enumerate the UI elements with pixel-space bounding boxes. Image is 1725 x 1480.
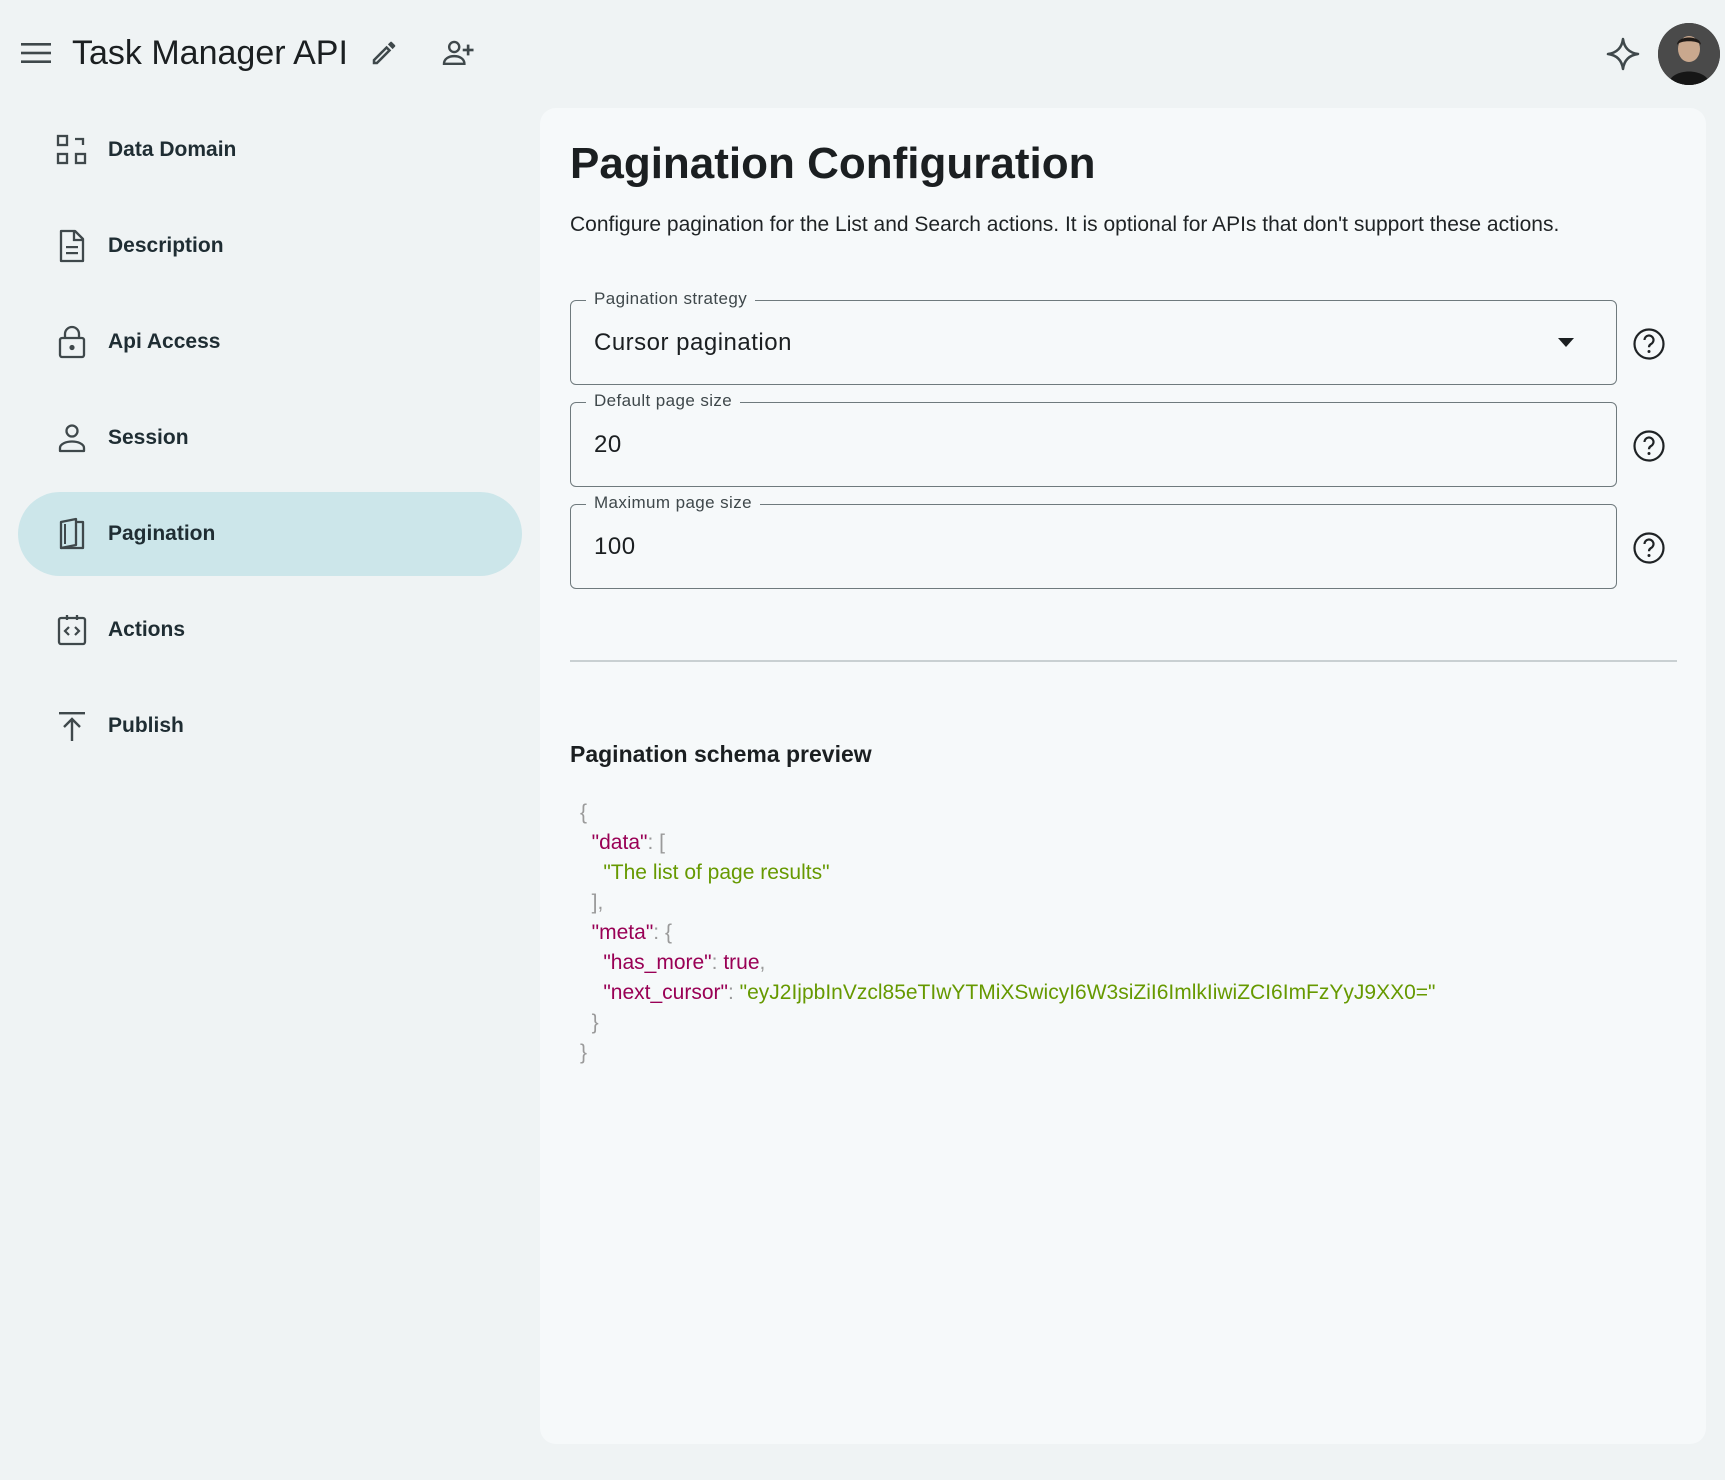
- default-page-size-input[interactable]: [594, 429, 1574, 461]
- sidebar-item-actions[interactable]: Actions: [18, 588, 522, 672]
- max-page-size-input[interactable]: [594, 531, 1574, 563]
- json-boolean: true: [723, 951, 760, 974]
- json-string: "The list of page results": [603, 861, 830, 884]
- sidebar-item-label: Publish: [108, 714, 184, 737]
- json-punct: }: [580, 1041, 588, 1064]
- pagination-strategy-select[interactable]: Pagination strategy Cursor pagination: [570, 288, 1617, 385]
- json-punct: {: [580, 801, 588, 824]
- sidebar-item-description[interactable]: Description: [18, 204, 522, 288]
- sidebar-item-data-domain[interactable]: Data Domain: [18, 108, 522, 192]
- person-icon: [58, 424, 86, 453]
- sidebar-item-label: Description: [108, 234, 224, 257]
- sidebar-item-api-access[interactable]: Api Access: [18, 300, 522, 384]
- pencil-icon[interactable]: [358, 27, 410, 79]
- sidebar-item-label: Pagination: [108, 522, 216, 545]
- section-divider: [570, 660, 1677, 662]
- default-page-size-label: Default page size: [586, 390, 741, 412]
- code-icon: [57, 615, 87, 646]
- sidebar-item-publish[interactable]: Publish: [18, 684, 522, 768]
- json-key: "next_cursor": [603, 981, 728, 1004]
- app-root: Task Manager API Data Domain Description…: [0, 0, 1725, 1480]
- user-avatar[interactable]: [1658, 23, 1720, 85]
- json-punct: {: [664, 921, 672, 944]
- schema-preview-title: Pagination schema preview: [570, 741, 872, 767]
- book-icon: [59, 517, 85, 550]
- help-circle-icon[interactable]: [1627, 424, 1671, 468]
- dropdown-arrow-icon: [1558, 338, 1574, 347]
- json-punct: ],: [591, 891, 604, 914]
- max-page-size-field: Maximum page size: [570, 492, 1617, 589]
- max-page-size-label: Maximum page size: [586, 492, 760, 514]
- person-add-icon[interactable]: [433, 27, 485, 79]
- data-domain-icon: [56, 134, 87, 165]
- json-punct: [: [659, 831, 665, 854]
- pagination-strategy-label: Pagination strategy: [586, 288, 756, 310]
- sidebar-item-pagination[interactable]: Pagination: [18, 492, 522, 576]
- help-circle-icon[interactable]: [1627, 526, 1671, 570]
- upload-icon: [59, 712, 85, 741]
- schema-preview-code: { "data": [ "The list of page results" ]…: [580, 801, 1436, 1064]
- pagination-strategy-value: Cursor pagination: [594, 329, 792, 356]
- sidebar-item-label: Api Access: [108, 330, 221, 353]
- sidebar-item-label: Actions: [108, 618, 186, 641]
- pagination-config-card: Pagination Configuration Configure pagin…: [540, 108, 1706, 1444]
- top-bar: Task Manager API: [0, 0, 1725, 106]
- json-key: "data": [591, 831, 648, 854]
- lock-icon: [58, 325, 86, 359]
- document-icon: [59, 229, 85, 263]
- json-key: "has_more": [603, 951, 712, 974]
- json-key: "meta": [591, 921, 654, 944]
- sidebar-item-label: Data Domain: [108, 138, 237, 161]
- sparkle-icon[interactable]: [1597, 28, 1649, 80]
- page-title: Pagination Configuration: [570, 139, 1096, 188]
- json-punct: }: [591, 1011, 599, 1034]
- help-circle-icon[interactable]: [1627, 322, 1671, 366]
- sidebar-item-session[interactable]: Session: [18, 396, 522, 480]
- page-description: Configure pagination for the List and Se…: [570, 213, 1560, 236]
- json-string: "eyJ2IjpbInVzcl85eTIwYTMiXSwicyI6W3siZiI…: [739, 981, 1436, 1004]
- default-page-size-field: Default page size: [570, 390, 1617, 487]
- hamburger-menu-icon[interactable]: [10, 27, 62, 79]
- app-title: Task Manager API: [72, 34, 348, 72]
- sidebar-item-label: Session: [108, 426, 189, 449]
